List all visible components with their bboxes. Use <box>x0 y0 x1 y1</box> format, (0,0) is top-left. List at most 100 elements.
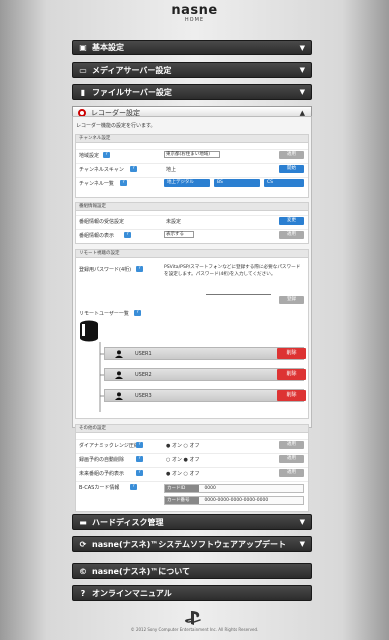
section-header: 番組情報設定 <box>76 203 308 211</box>
menu-update-label: nasne(ナスネ)™システムソフトウェアアップデート <box>92 539 287 549</box>
other-settings-section: その他の設定 ダイアナミックレンジ圧縮 ? ● オン ○ オフ 適用 録画予約の… <box>75 424 309 512</box>
setting-apply-button[interactable]: 適用 <box>279 469 304 477</box>
scan-label: チャンネルスキャン <box>79 167 124 173</box>
menu-hdd-label: ハードディスク管理 <box>92 517 164 527</box>
chevron-down-icon: ▼ <box>299 88 305 96</box>
bcas-row: B-CASカード情報 ? カードID 0000 カード番号 0000-0000-… <box>76 481 308 509</box>
user-icon <box>115 371 123 379</box>
program-guide-row: 番組情報の表示 ? 表示する 適用 <box>76 229 308 240</box>
help-icon[interactable]: ? <box>120 180 127 186</box>
device-tree <box>80 320 105 412</box>
menu-manual-label: オンラインマニュアル <box>92 588 172 598</box>
password-register-button[interactable]: 登録 <box>279 296 304 304</box>
scan-row: チャンネルスキャン ? 地上 開始 <box>76 163 308 174</box>
user-icon <box>115 392 123 400</box>
setting-apply-button[interactable]: 適用 <box>279 455 304 463</box>
section-header: チャンネル設定 <box>76 135 308 143</box>
refresh-icon: ⟳ <box>79 539 87 549</box>
card-no-value: 0000-0000-0000-0000-0000 <box>204 498 269 503</box>
menu-update[interactable]: ⟳ nasne(ナスネ)™システムソフトウェアアップデート ▼ <box>72 536 312 552</box>
monitor-icon: ▭ <box>79 65 87 75</box>
menu-about-label: nasne(ナスネ)™について <box>92 566 191 576</box>
toolbox-icon: ▣ <box>79 43 87 52</box>
program-area-label: 番組情報の受信設定 <box>79 219 125 225</box>
program-change-button[interactable]: 変更 <box>279 217 304 225</box>
channel-tab-cs[interactable]: CS <box>264 179 304 187</box>
user-name: USER3 <box>135 393 152 399</box>
setting-radio[interactable]: ● オン ○ オフ <box>166 470 200 477</box>
card-no-box: カード番号 0000-0000-0000-0000-0000 <box>164 496 304 505</box>
help-icon[interactable]: ? <box>130 484 137 490</box>
channel-settings-section: チャンネル設定 地域設定 ? 東京都(お住まい地域) 適用 チャンネルスキャン … <box>75 134 309 198</box>
menu-basic-settings[interactable]: ▣ 基本設定 ▼ <box>72 40 312 55</box>
program-guide-label: 番組情報の表示 <box>79 233 115 239</box>
help-icon[interactable]: ? <box>136 442 143 448</box>
setting-radio[interactable]: ○ オン ● オフ <box>166 456 200 463</box>
user-name: USER2 <box>135 372 152 378</box>
area-apply-button[interactable]: 適用 <box>279 151 304 159</box>
area-label: 地域設定 <box>79 153 100 159</box>
delete-user-button[interactable]: 削除 <box>277 348 306 359</box>
card-id-label: カードID <box>165 485 199 492</box>
card-id-box: カードID 0000 <box>164 484 304 493</box>
scan-start-button[interactable]: 開始 <box>279 165 304 173</box>
program-settings-section: 番組情報設定 番組情報の受信設定 未設定 変更 番組情報の表示 ? 表示する 適… <box>75 202 309 244</box>
delete-user-button[interactable]: 削除 <box>277 369 306 380</box>
playstation-logo-icon <box>184 611 201 625</box>
remote-user-row: USER1 <box>104 347 304 360</box>
help-icon[interactable]: ? <box>136 266 143 272</box>
nasne-logo: nasne HOME <box>0 3 389 23</box>
chevron-down-icon: ▼ <box>299 540 305 548</box>
menu-about[interactable]: © nasne(ナスネ)™について <box>72 563 312 579</box>
card-id-value: 0000 <box>204 486 216 491</box>
menu-file-label: ファイルサーバー設定 <box>92 87 172 97</box>
menu-manual[interactable]: ? オンラインマニュアル <box>72 585 312 601</box>
logo-sub: HOME <box>184 17 205 23</box>
password-desc: PSVita/PSP/スマートフォンなどに登録する際に必要なパスワードを設定しま… <box>164 265 301 277</box>
server-icon: ▮ <box>80 87 86 97</box>
other-setting-row: 未来番組の予約表示 ? ● オン ○ オフ 適用 <box>76 467 308 478</box>
help-icon[interactable]: ? <box>136 470 143 476</box>
channel-list-label: チャンネル一覧 <box>79 181 114 187</box>
card-no-label: カード番号 <box>165 497 199 504</box>
program-guide-select[interactable]: 表示する <box>164 231 194 238</box>
setting-label: 未来番組の予約表示 <box>79 471 125 477</box>
channel-list-row: チャンネル一覧 ? 地上デジタル BS CS <box>76 177 308 188</box>
logo-text: nasne <box>171 3 218 18</box>
area-row: 地域設定 ? 東京都(お住まい地域) 適用 <box>76 149 308 160</box>
channel-tab-terrestrial[interactable]: 地上デジタル <box>164 179 210 187</box>
help-icon[interactable]: ? <box>124 232 131 238</box>
user-icon <box>115 350 123 358</box>
help-icon[interactable]: ? <box>134 310 141 316</box>
menu-file-server[interactable]: ▮ ファイルサーバー設定 ▼ <box>72 84 312 100</box>
setting-label: ダイアナミックレンジ圧縮 <box>79 443 139 449</box>
help-icon[interactable]: ? <box>136 456 143 462</box>
password-input[interactable] <box>206 294 271 295</box>
recorder-desc: レコーダー機能の設定を行います。 <box>76 123 156 129</box>
area-select[interactable]: 東京都(お住まい地域) <box>164 151 220 158</box>
channel-tab-bs[interactable]: BS <box>214 179 260 187</box>
setting-label: 録画予約の自動削除 <box>79 457 125 463</box>
menu-media-server[interactable]: ▭ メディアサーバー設定 ▼ <box>72 62 312 78</box>
program-guide-apply-button[interactable]: 適用 <box>279 231 304 239</box>
section-header: リモート視聴の設定 <box>76 250 308 258</box>
program-area-value: 未設定 <box>166 219 182 225</box>
remote-users-label: リモートユーザー一覧 <box>79 311 129 317</box>
setting-radio[interactable]: ● オン ○ オフ <box>166 442 200 449</box>
help-icon[interactable]: ? <box>103 152 110 158</box>
setting-apply-button[interactable]: 適用 <box>279 441 304 449</box>
other-setting-row: ダイアナミックレンジ圧縮 ? ● オン ○ オフ 適用 <box>76 439 308 450</box>
bcas-label: B-CASカード情報 <box>79 485 120 491</box>
hdd-icon: ▬ <box>79 517 87 527</box>
scan-value: 地上 <box>166 167 177 173</box>
copyright-text: © 2012 Sony Computer Entertainment Inc. … <box>130 627 259 632</box>
menu-hdd[interactable]: ▬ ハードディスク管理 ▼ <box>72 514 312 530</box>
chevron-down-icon: ▼ <box>299 518 305 526</box>
help-icon[interactable]: ? <box>130 166 137 172</box>
nasne-device-icon <box>80 320 98 342</box>
menu-media-label: メディアサーバー設定 <box>92 65 172 75</box>
remote-user-row: USER3 <box>104 389 304 402</box>
delete-user-button[interactable]: 削除 <box>277 390 306 401</box>
other-setting-row: 録画予約の自動削除 ? ○ オン ● オフ 適用 <box>76 453 308 464</box>
question-icon: ? <box>80 588 86 598</box>
